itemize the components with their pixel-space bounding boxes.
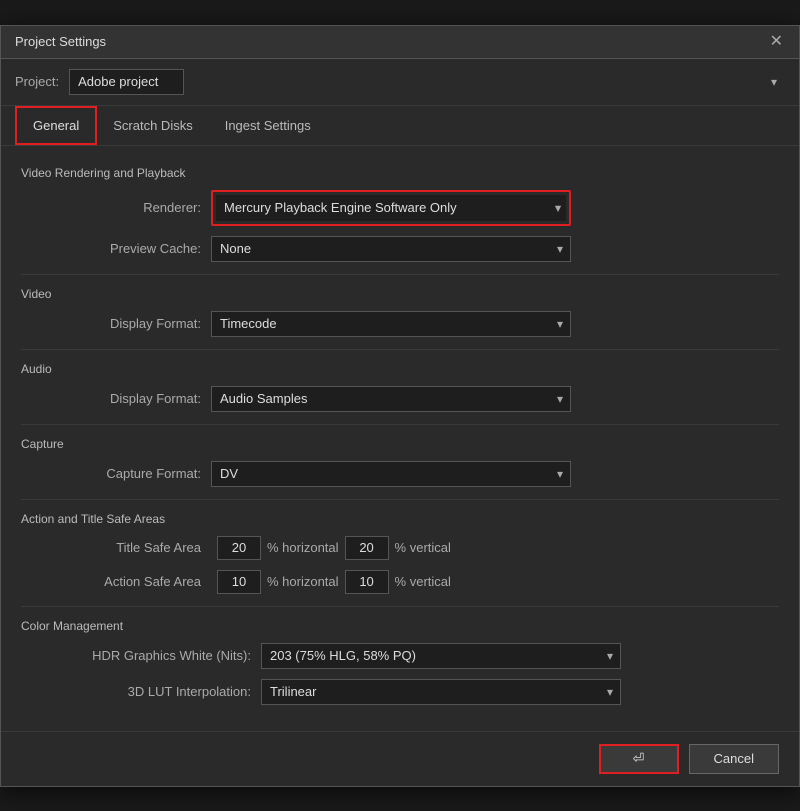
divider-capture	[21, 424, 779, 425]
tab-ingest-settings[interactable]: Ingest Settings	[209, 106, 327, 145]
title-safe-area-row: Title Safe Area % horizontal % vertical	[21, 536, 779, 560]
title-safe-area-horizontal-input[interactable]	[217, 536, 261, 560]
section-audio: Audio Display Format: Audio Samples	[21, 362, 779, 412]
ok-icon: ⏎	[633, 750, 645, 767]
divider-safe-areas	[21, 499, 779, 500]
lut-row: 3D LUT Interpolation: Trilinear	[21, 679, 779, 705]
preview-cache-select[interactable]: None	[211, 236, 571, 262]
dialog-title: Project Settings	[15, 34, 106, 49]
lut-select-wrapper: Trilinear	[261, 679, 621, 705]
action-safe-vertical-unit: % vertical	[395, 574, 451, 589]
section-title-video-rendering: Video Rendering and Playback	[21, 166, 779, 180]
section-title-audio: Audio	[21, 362, 779, 376]
lut-select[interactable]: Trilinear	[261, 679, 621, 705]
preview-cache-select-wrapper: None	[211, 236, 571, 262]
renderer-row: Renderer: Mercury Playback Engine Softwa…	[21, 190, 779, 226]
section-safe-areas: Action and Title Safe Areas Title Safe A…	[21, 512, 779, 594]
action-safe-area-horizontal-input[interactable]	[217, 570, 261, 594]
renderer-select-wrapper: Mercury Playback Engine Software Only ▾	[211, 190, 571, 226]
divider-color	[21, 606, 779, 607]
hdr-select[interactable]: 203 (75% HLG, 58% PQ)	[261, 643, 621, 669]
section-capture: Capture Capture Format: DV	[21, 437, 779, 487]
divider-video	[21, 274, 779, 275]
section-video: Video Display Format: Timecode	[21, 287, 779, 337]
tabs-bar: General Scratch Disks Ingest Settings	[1, 106, 799, 146]
cancel-button[interactable]: Cancel	[689, 744, 779, 774]
action-safe-horizontal-unit: % horizontal	[267, 574, 339, 589]
section-video-rendering: Video Rendering and Playback Renderer: M…	[21, 166, 779, 262]
content-area: Video Rendering and Playback Renderer: M…	[1, 146, 799, 731]
audio-display-format-row: Display Format: Audio Samples	[21, 386, 779, 412]
divider-audio	[21, 349, 779, 350]
capture-format-row: Capture Format: DV	[21, 461, 779, 487]
project-row: Project: Adobe project	[1, 59, 799, 106]
title-bar: Project Settings ✕	[1, 26, 799, 59]
section-title-video: Video	[21, 287, 779, 301]
dialog-footer: ⏎ Cancel	[1, 731, 799, 786]
hdr-row: HDR Graphics White (Nits): 203 (75% HLG,…	[21, 643, 779, 669]
lut-label: 3D LUT Interpolation:	[81, 684, 261, 699]
capture-format-wrapper: DV	[211, 461, 571, 487]
video-display-format-row: Display Format: Timecode	[21, 311, 779, 337]
renderer-label: Renderer:	[81, 200, 211, 215]
title-safe-area-label: Title Safe Area	[81, 540, 211, 555]
section-title-capture: Capture	[21, 437, 779, 451]
preview-cache-label: Preview Cache:	[81, 241, 211, 256]
capture-format-select[interactable]: DV	[211, 461, 571, 487]
hdr-select-wrapper: 203 (75% HLG, 58% PQ)	[261, 643, 621, 669]
section-title-safe-areas: Action and Title Safe Areas	[21, 512, 779, 526]
audio-display-format-label: Display Format:	[81, 391, 211, 406]
video-display-format-select[interactable]: Timecode	[211, 311, 571, 337]
close-button[interactable]: ✕	[768, 34, 785, 50]
tab-general[interactable]: General	[15, 106, 97, 145]
section-title-color-management: Color Management	[21, 619, 779, 633]
video-display-format-label: Display Format:	[81, 316, 211, 331]
video-display-format-wrapper: Timecode	[211, 311, 571, 337]
project-select-wrapper: Adobe project	[69, 69, 785, 95]
action-safe-area-label: Action Safe Area	[81, 574, 211, 589]
tab-scratch-disks[interactable]: Scratch Disks	[97, 106, 208, 145]
hdr-label: HDR Graphics White (Nits):	[81, 648, 261, 663]
title-safe-vertical-unit: % vertical	[395, 540, 451, 555]
audio-display-format-wrapper: Audio Samples	[211, 386, 571, 412]
section-color-management: Color Management HDR Graphics White (Nit…	[21, 619, 779, 705]
ok-button[interactable]: ⏎	[599, 744, 679, 774]
project-select[interactable]: Adobe project	[69, 69, 184, 95]
title-safe-area-vertical-input[interactable]	[345, 536, 389, 560]
title-safe-horizontal-unit: % horizontal	[267, 540, 339, 555]
capture-format-label: Capture Format:	[81, 466, 211, 481]
project-label: Project:	[15, 74, 59, 89]
project-settings-dialog: Project Settings ✕ Project: Adobe projec…	[0, 25, 800, 787]
action-safe-area-vertical-input[interactable]	[345, 570, 389, 594]
preview-cache-row: Preview Cache: None	[21, 236, 779, 262]
action-safe-area-row: Action Safe Area % horizontal % vertical	[21, 570, 779, 594]
audio-display-format-select[interactable]: Audio Samples	[211, 386, 571, 412]
renderer-select[interactable]: Mercury Playback Engine Software Only	[216, 195, 566, 221]
